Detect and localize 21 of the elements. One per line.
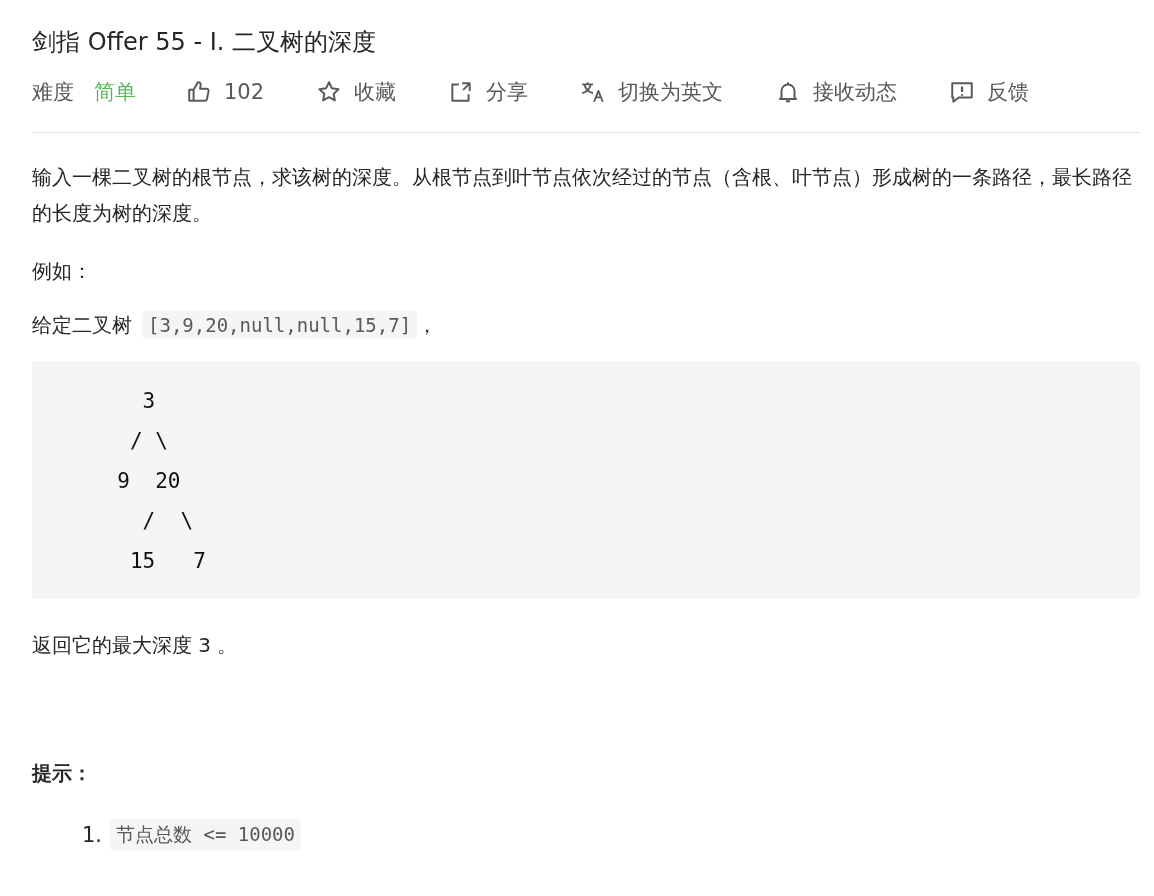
given-text: 给定二叉树 — [32, 311, 132, 339]
description: 输入一棵二叉树的根节点，求该树的深度。从根节点到叶节点依次经过的节点（含根、叶节点）形成树的一条路径，最长路径的长度为树的深度。 — [32, 164, 1133, 227]
message-icon — [949, 79, 976, 105]
bell-button[interactable]: 接收动态 — [775, 78, 898, 106]
translate-button[interactable]: 切换为英文 — [580, 78, 724, 106]
inline-code: 节点总数 <= 10000 — [110, 819, 301, 851]
hints-title: 提示： — [32, 760, 93, 787]
star-button[interactable]: 收藏 — [316, 78, 397, 106]
difficulty-label: 难度 — [32, 79, 74, 106]
difficulty-value: 简单 — [94, 79, 136, 106]
inline-code: [3,9,20,null,null,15,7] — [142, 311, 418, 339]
punctuation: ， — [417, 311, 438, 339]
code-block: 3 / \ 9 20 / \ 15 7 — [32, 361, 1140, 599]
list-number: 1. — [82, 823, 103, 847]
share-button[interactable]: 分享 — [448, 78, 529, 106]
like-button[interactable]: 102 — [186, 79, 265, 105]
return-text: 返回它的最大深度 3 。 — [32, 632, 239, 659]
problem-title: 剑指 Offer 55 - I. 二叉树的深度 — [32, 27, 378, 58]
thumbs-up-icon — [186, 79, 212, 105]
feedback-button[interactable]: 反馈 — [949, 78, 1030, 106]
example-label: 例如： — [32, 258, 93, 285]
